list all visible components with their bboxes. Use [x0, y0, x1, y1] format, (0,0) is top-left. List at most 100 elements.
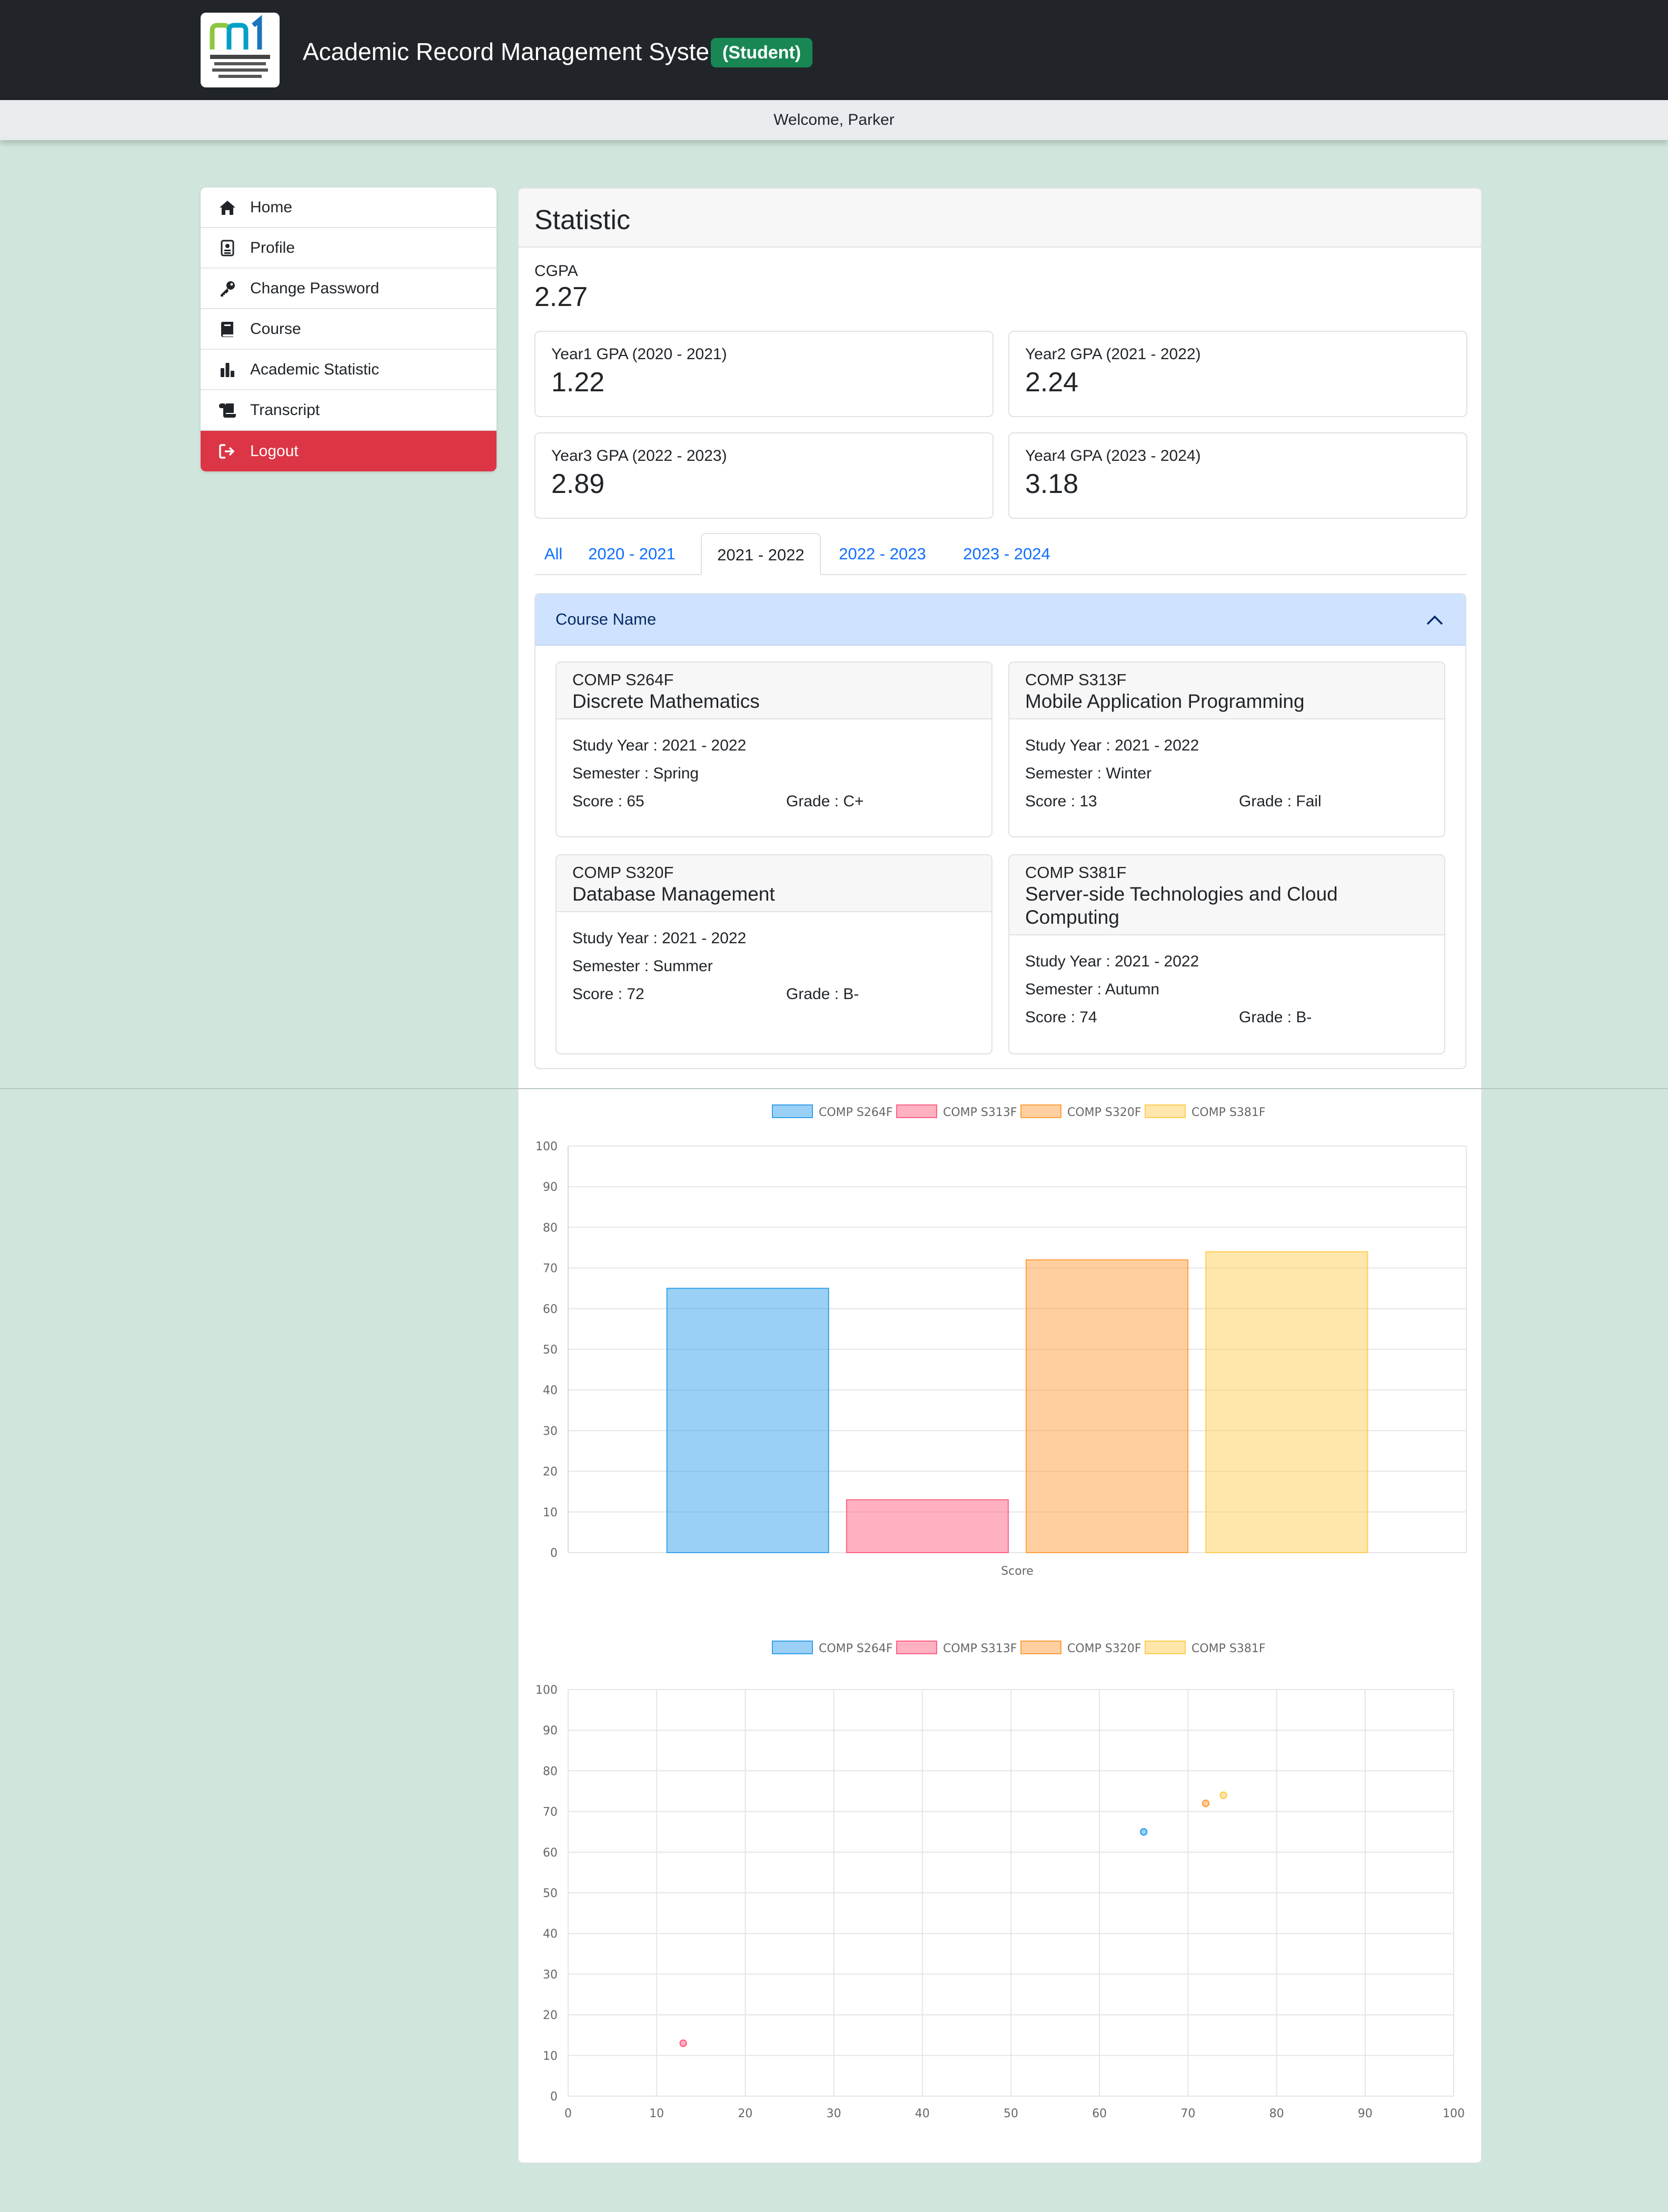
id-card-icon	[219, 239, 236, 257]
course-score: Score : 72	[572, 985, 644, 1003]
sidebar-item-academic-statistic[interactable]: Academic Statistic	[201, 350, 497, 390]
course-name: Discrete Mathematics	[572, 690, 760, 712]
role-badge: (Student)	[711, 38, 813, 67]
y-tick-label: 70	[543, 1262, 558, 1276]
course-score: Score : 65	[572, 793, 644, 810]
course-semester: Semester : Autumn	[1025, 981, 1160, 998]
legend-swatch	[1020, 1641, 1061, 1654]
x-tick-label: 0	[564, 2107, 572, 2120]
y-tick-label: 80	[543, 1765, 558, 1778]
course-code: COMP S320F	[572, 863, 674, 882]
course-study-year: Study Year : 2021 - 2022	[1025, 953, 1199, 970]
x-tick-label: 70	[1180, 2107, 1195, 2120]
course-code: COMP S264F	[572, 670, 674, 689]
y-tick-label: 100	[535, 1140, 558, 1153]
x-tick-label: 30	[827, 2107, 841, 2120]
score-bar-chart: COMP S264F COMP S313F COMP S320F COMP S381F…	[535, 1104, 1467, 1578]
tab-all[interactable]: All	[534, 533, 572, 575]
course-semester: Semester : Summer	[572, 957, 713, 975]
gpa-value: 3.18	[1025, 469, 1079, 499]
welcome-message: Welcome, Parker	[0, 100, 1668, 140]
logout-icon	[219, 442, 236, 460]
legend-swatch	[896, 1104, 937, 1118]
gpa-label: Year4 GPA (2023 - 2024)	[1025, 447, 1201, 465]
course-card-header: COMP S381F Server-side Technologies and …	[1009, 855, 1444, 935]
sidebar-item-home[interactable]: Home	[201, 187, 497, 228]
sidebar-item-course[interactable]: Course	[201, 309, 497, 350]
sidebar-item-logout[interactable]: Logout	[201, 431, 497, 471]
bar-chart-icon	[219, 361, 236, 379]
y-tick-label: 50	[543, 1887, 558, 1900]
tab-2021-2022[interactable]: 2021 - 2022	[701, 533, 821, 575]
y-tick-label: 0	[550, 2090, 558, 2104]
legend-label: COMP S313F	[943, 1642, 1017, 1655]
y-tick-label: 80	[543, 1221, 558, 1235]
y-tick-label: 10	[543, 2050, 558, 2063]
sidebar-item-transcript[interactable]: Transcript	[201, 390, 497, 431]
page-divider	[0, 1088, 1668, 1089]
sidebar-item-change-password[interactable]: Change Password	[201, 269, 497, 309]
sidebar-item-label: Profile	[250, 239, 295, 256]
x-tick-label: 10	[649, 2107, 664, 2120]
accordion-header[interactable]: Course Name	[535, 594, 1465, 646]
tab-2020-2021[interactable]: 2020 - 2021	[572, 533, 691, 575]
gpa-card-year3: Year3 GPA (2022 - 2023) 2.89	[534, 432, 994, 519]
y-tick-label: 40	[543, 1928, 558, 1941]
x-tick-label: 90	[1358, 2107, 1373, 2120]
scatter-point	[1202, 1799, 1210, 1808]
university-logo[interactable]	[201, 13, 280, 87]
course-semester: Semester : Spring	[572, 765, 699, 782]
y-tick-label: 50	[543, 1344, 558, 1357]
y-tick-label: 60	[543, 1846, 558, 1860]
sidebar-item-label: Course	[250, 320, 301, 338]
course-card-header: COMP S264F Discrete Mathematics	[557, 663, 991, 719]
tab-2022-2023[interactable]: 2022 - 2023	[823, 533, 942, 575]
tab-2023-2024[interactable]: 2023 - 2024	[947, 533, 1066, 575]
sidebar-item-label: Change Password	[250, 279, 380, 297]
sidebar-item-profile[interactable]: Profile	[201, 228, 497, 269]
gpa-card-year2: Year2 GPA (2021 - 2022) 2.24	[1008, 331, 1467, 417]
gpa-card-year4: Year4 GPA (2023 - 2024) 3.18	[1008, 432, 1467, 519]
gpa-label: Year3 GPA (2022 - 2023)	[551, 447, 727, 465]
y-tick-label: 30	[543, 1425, 558, 1438]
course-card: COMP S264F Discrete Mathematics Study Ye…	[555, 661, 992, 837]
scatter-point	[679, 2039, 687, 2047]
course-code: COMP S313F	[1025, 670, 1127, 689]
legend-label: COMP S264F	[819, 1642, 893, 1655]
tab-divider	[534, 574, 1466, 575]
course-study-year: Study Year : 2021 - 2022	[572, 737, 747, 754]
course-card: COMP S313F Mobile Application Programmin…	[1008, 661, 1445, 837]
page-title: Statistic	[534, 205, 631, 235]
legend-swatch	[772, 1641, 813, 1654]
bar	[666, 1288, 829, 1553]
course-name: Server-side Technologies and Cloud Compu…	[1025, 883, 1338, 928]
book-icon	[219, 320, 236, 338]
sidebar-item-label: Home	[250, 198, 293, 216]
legend-swatch	[896, 1641, 937, 1654]
sidebar-item-label: Transcript	[250, 401, 320, 419]
gpa-value: 2.89	[551, 469, 605, 499]
course-name: Database Management	[572, 883, 775, 905]
course-score: Score : 74	[1025, 1009, 1097, 1026]
course-score: Score : 13	[1025, 793, 1097, 810]
x-tick-label: 50	[1004, 2107, 1018, 2120]
top-navbar: Academic Record Management System (Stude…	[0, 0, 1668, 100]
legend-swatch	[1145, 1641, 1186, 1654]
cgpa-label: CGPA	[534, 262, 578, 280]
accordion-title: Course Name	[555, 610, 657, 628]
course-grade: Grade : B-	[1239, 1009, 1312, 1026]
course-grade: Grade : C+	[786, 793, 864, 810]
course-card: COMP S381F Server-side Technologies and …	[1008, 854, 1445, 1054]
chevron-up-icon	[1426, 615, 1443, 625]
statistic-panel: Statistic CGPA 2.27 Year1 GPA (2020 - 20…	[518, 187, 1482, 2164]
panel-header: Statistic	[519, 189, 1481, 248]
course-grade: Grade : Fail	[1239, 793, 1322, 810]
cgpa-value: 2.27	[534, 282, 588, 312]
y-tick-label: 20	[543, 1466, 558, 1479]
x-tick-label: 100	[1443, 2107, 1465, 2120]
legend-label: COMP S320F	[1067, 1642, 1141, 1655]
y-tick-label: 60	[543, 1303, 558, 1316]
course-name: Mobile Application Programming	[1025, 690, 1305, 712]
course-accordion: Course Name COMP S264F Discrete Mathemat…	[534, 593, 1466, 1069]
y-tick-label: 90	[543, 1724, 558, 1737]
